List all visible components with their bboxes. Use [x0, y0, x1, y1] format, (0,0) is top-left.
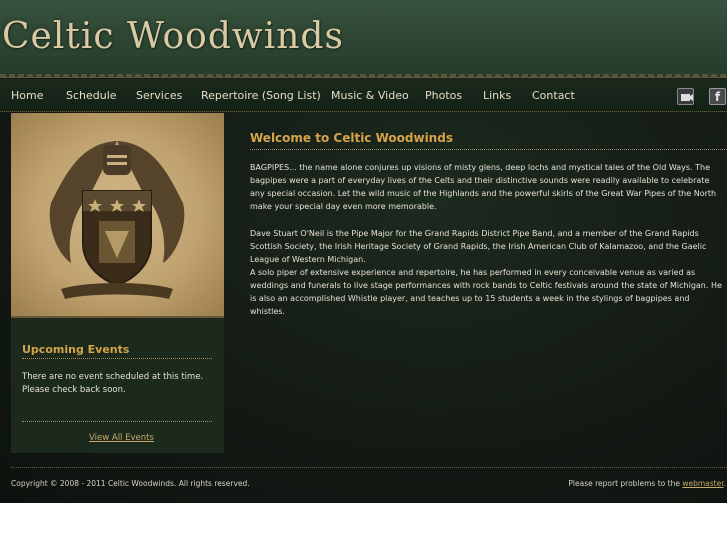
report-suffix: . — [723, 479, 726, 488]
footer-divider — [11, 467, 727, 468]
nav-photos[interactable]: Photos — [425, 89, 462, 102]
nav-repertoire[interactable]: Repertoire (Song List) — [201, 89, 321, 102]
nav-schedule[interactable]: Schedule — [66, 89, 117, 102]
experience-paragraph: A solo piper of extensive experience and… — [250, 268, 722, 316]
upcoming-events-heading: Upcoming Events — [22, 343, 130, 356]
view-all-events-link[interactable]: View All Events — [89, 433, 154, 443]
site-header: Celtic Woodwinds — [0, 0, 727, 78]
nav-home[interactable]: Home — [11, 89, 43, 102]
page: Celtic Woodwinds Home Schedule Services … — [0, 0, 727, 503]
divider — [250, 149, 727, 150]
upcoming-events-text: There are no event scheduled at this tim… — [22, 372, 204, 395]
copyright-text: Copyright © 2008 - 2011 Celtic Woodwinds… — [11, 479, 250, 488]
facebook-icon[interactable]: f — [709, 88, 726, 105]
nav-links[interactable]: Links — [483, 89, 511, 102]
intro-paragraph: BAGPIPES... the name alone conjures up v… — [250, 163, 717, 211]
nav-music-video[interactable]: Music & Video — [331, 89, 409, 102]
video-icon[interactable] — [677, 88, 694, 105]
divider — [22, 421, 212, 422]
facebook-glyph: f — [714, 90, 721, 104]
report-prefix: Please report problems to the — [568, 479, 683, 488]
nav-contact[interactable]: Contact — [532, 89, 575, 102]
bio-paragraph: Dave Stuart O'Neil is the Pipe Major for… — [250, 229, 707, 264]
welcome-heading: Welcome to Celtic Woodwinds — [250, 131, 453, 145]
report-problems-text: Please report problems to the webmaster. — [568, 479, 726, 488]
main-navigation: Home Schedule Services Repertoire (Song … — [0, 79, 727, 112]
nav-services[interactable]: Services — [136, 89, 182, 102]
site-title-logo[interactable]: Celtic Woodwinds — [2, 16, 344, 57]
coat-of-arms-image — [11, 113, 224, 318]
webmaster-link[interactable]: webmaster — [682, 479, 723, 488]
divider — [22, 358, 212, 359]
